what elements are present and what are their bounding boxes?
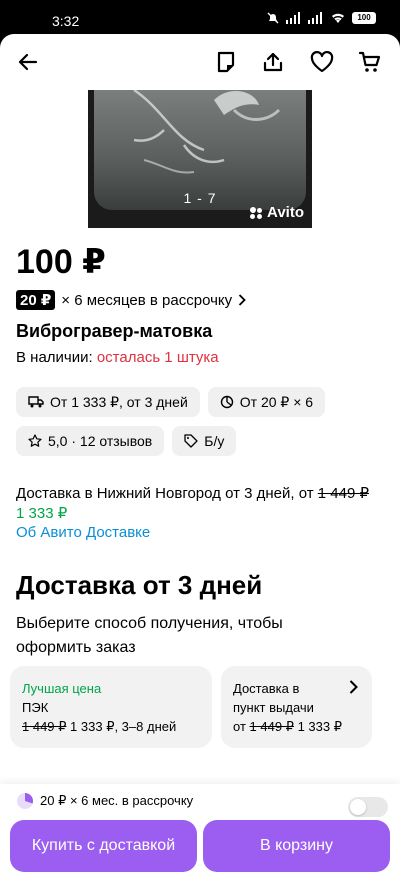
product-gallery[interactable]: 1 - 7 Avito [88, 90, 312, 228]
chip-condition-label: Б/у [204, 433, 225, 449]
carrier-name: ПЭК [22, 700, 49, 715]
delivery-heading: Доставка от 3 дней [16, 570, 263, 600]
pickup-price: от 1 449 ₽ 1 333 ₽ [233, 717, 360, 736]
product-title: Виброгравер-матовка [16, 321, 213, 341]
share-icon [263, 52, 283, 72]
favorite-button[interactable] [308, 48, 336, 76]
buy-with-delivery-button[interactable]: Купить с доставкой [10, 820, 197, 872]
installment-toggle-label: 20 ₽ × 6 мес. в рассрочку [40, 793, 194, 808]
delivery-summary-text: Доставка в Нижний Новгород от 3 дней, от [16, 485, 314, 502]
installment-pie-icon [17, 793, 34, 809]
avito-watermark-text: Avito [267, 204, 304, 221]
chip-rating[interactable]: 5,0 · 12 отзывов [16, 426, 165, 456]
chip-condition[interactable]: Б/у [172, 426, 237, 456]
cart-button[interactable] [356, 48, 384, 76]
chips-row-1: От 1 333 ₽, от 3 дней От 20 ₽ × 6 [16, 387, 384, 417]
status-time: 3:32 [52, 13, 80, 29]
status-icons: 100 [266, 11, 376, 25]
courier-price: 1 449 ₽ 1 333 ₽, 3–8 дней [22, 717, 200, 736]
delivery-option-courier[interactable]: Лучшая цена ПЭК 1 449 ₽ 1 333 ₽, 3–8 дне… [10, 666, 212, 748]
best-price-badge: Лучшая цена [22, 681, 102, 696]
star-icon [28, 434, 42, 447]
top-bar [0, 34, 400, 90]
bottom-action-bar: 20 ₽ × 6 мес. в рассрочку Купить с доста… [0, 784, 400, 889]
delivery-option-pickup[interactable]: Доставка в пункт выдачи от 1 449 ₽ 1 333… [221, 666, 372, 748]
availability-label: В наличии: [16, 349, 93, 366]
avito-logo-icon [250, 206, 264, 219]
battery-indicator: 100 [352, 12, 376, 24]
delivery-old-price: 1 449 ₽ [317, 485, 370, 502]
cart-icon [358, 51, 381, 72]
share-button[interactable] [259, 48, 287, 76]
product-price: 100 ₽ [16, 243, 106, 281]
pickup-title: Доставка в пункт выдачи [233, 681, 314, 715]
chip-delivery-label: От 1 333 ₽, от 3 дней [50, 393, 188, 410]
about-delivery-link[interactable]: Об Авито Доставке [16, 524, 150, 541]
installment-link[interactable]: 20 ₽ × 6 месяцев в рассрочку [16, 290, 246, 310]
pie-icon [220, 395, 233, 409]
heart-icon [310, 51, 334, 73]
chip-installment[interactable]: От 20 ₽ × 6 [207, 387, 326, 417]
pickup-old-price: 1 449 ₽ [249, 719, 294, 734]
chevron-right-icon [349, 680, 358, 694]
note-icon [217, 51, 235, 73]
installment-toggle[interactable] [348, 797, 388, 817]
installment-tag: 20 ₽ [16, 290, 56, 310]
add-to-cart-button[interactable]: В корзину [203, 820, 390, 872]
installment-toggle-row: 20 ₽ × 6 мес. в рассрочку [16, 792, 193, 810]
availability: В наличии: осталась 1 штука [16, 349, 219, 366]
note-button[interactable] [212, 48, 240, 76]
signal-icon-2 [308, 12, 322, 24]
courier-new-price: 1 333 ₽, 3–8 дней [70, 719, 177, 734]
delivery-new-price: 1 333 ₽ [16, 505, 68, 522]
chips-row-2: 5,0 · 12 отзывов Б/у [16, 426, 384, 456]
pickup-new-price: 1 333 ₽ [297, 719, 342, 734]
chevron-right-icon [239, 294, 246, 306]
arrow-left-icon [18, 53, 38, 71]
chip-installment-label: От 20 ₽ × 6 [239, 393, 314, 410]
wifi-icon [332, 13, 344, 23]
pickup-prefix: от [233, 719, 246, 734]
truck-icon [28, 396, 44, 408]
delivery-subtitle: Выберите способ получения, чтобы оформит… [16, 615, 283, 656]
installment-text: × 6 месяцев в рассрочку [61, 291, 233, 309]
signal-icon [286, 12, 300, 24]
delivery-summary: Доставка в Нижний Новгород от 3 дней, от… [16, 484, 386, 524]
tag-icon [184, 434, 198, 448]
back-button[interactable] [14, 48, 42, 76]
product-page: 1 - 7 Avito 100 ₽ 20 ₽ × 6 месяцев в рас… [0, 34, 400, 889]
availability-value: осталась 1 штука [96, 349, 219, 366]
avito-watermark: Avito [250, 204, 304, 221]
courier-old-price: 1 449 ₽ [22, 719, 67, 734]
chip-rating-label: 5,0 · 12 отзывов [48, 433, 153, 449]
muted-bell-icon [267, 12, 279, 24]
chip-delivery[interactable]: От 1 333 ₽, от 3 дней [16, 387, 200, 417]
